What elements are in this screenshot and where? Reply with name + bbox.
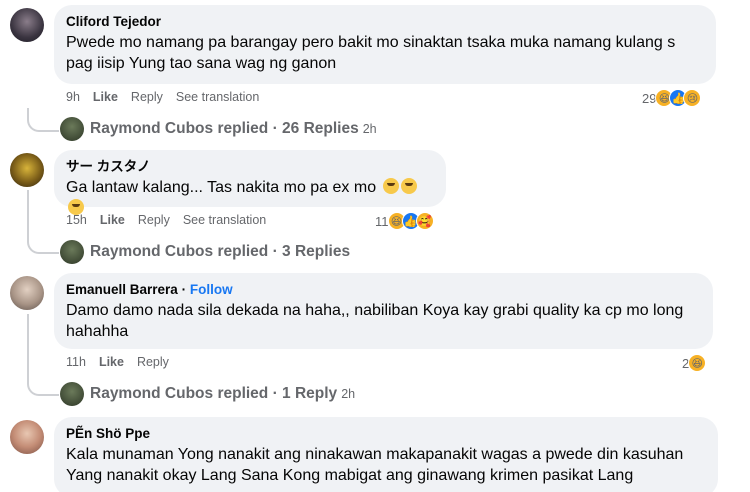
like-button[interactable]: Like [99,355,124,369]
comment-time[interactable]: 15h [66,213,87,227]
avatar[interactable] [10,153,44,187]
comment-actions: 15h Like Reply See translation [66,213,266,227]
replies-time: 2h [362,122,377,136]
replies-link[interactable]: Raymond Cubos replied · 1 Reply 2h [60,382,355,406]
reply-button[interactable]: Reply [131,90,163,104]
sad-reaction-icon: 😢 [683,89,702,107]
thread-line [27,108,59,132]
comment-bubble: サー カスタノ Ga lantaw kalang... Tas nakita m… [54,150,446,215]
replies-time: 2h [341,387,356,401]
avatar [60,117,84,141]
comment-author[interactable]: サー カスタノ [66,158,434,176]
comment-text: Pwede mo namang pa barangay pero bakit m… [66,34,676,72]
comment-time[interactable]: 11h [66,355,86,369]
replies-link[interactable]: Raymond Cubos replied · 26 Replies 2h [60,117,377,141]
comment-time[interactable]: 9h [66,90,80,104]
reply-button[interactable]: Reply [137,355,169,369]
avatar[interactable] [10,8,44,42]
comment-actions: 11h Like Reply [66,355,169,369]
avatar [60,382,84,406]
replies-link[interactable]: Raymond Cubos replied · 3 Replies [60,240,350,264]
laughing-emoji-icon [382,178,399,194]
replies-summary: Raymond Cubos replied · 26 Replies [90,120,359,137]
reaction-summary[interactable]: 11 😆 👍 🥰 [375,212,434,230]
thread-line [27,314,59,396]
comment-author[interactable]: PẼn Shö Ppe [66,425,706,443]
see-translation-link[interactable]: See translation [183,213,266,227]
reaction-count: 29 [642,90,657,106]
separator-dot: · [181,282,187,297]
comment-author[interactable]: Emanuell Barrera [66,282,178,297]
avatar[interactable] [10,276,44,310]
like-button[interactable]: Like [100,213,125,227]
avatar[interactable] [10,420,44,454]
comment-author[interactable]: Cliford Tejedor [66,13,704,31]
comment-header: Emanuell Barrera · Follow [66,281,701,299]
rofl-emoji-icon [400,178,417,194]
haha-reaction-icon: 😆 [688,354,707,372]
reaction-summary[interactable]: 2 😆 [682,354,707,372]
comment-text-body: Ga lantaw kalang... Tas nakita mo pa ex … [66,179,377,196]
thread-line [27,190,59,254]
comment-actions: 9h Like Reply See translation [66,90,259,104]
follow-button[interactable]: Follow [190,282,233,297]
comment-bubble: Cliford Tejedor Pwede mo namang pa baran… [54,5,716,84]
comment-bubble: Emanuell Barrera · Follow Damo damo nada… [54,273,713,349]
comment-bubble: PẼn Shö Ppe Kala munaman Yong nanakit an… [54,417,718,492]
care-reaction-icon: 🥰 [415,212,434,230]
reaction-count: 11 [375,213,389,229]
see-translation-link[interactable]: See translation [176,90,259,104]
replies-summary: Raymond Cubos replied · 1 Reply [90,385,338,402]
avatar [60,240,84,264]
reaction-summary[interactable]: 29 😆 👍 😢 [642,89,702,107]
comment-text: Damo damo nada sila dekada na haha,, nab… [66,302,684,340]
replies-summary: Raymond Cubos replied · 3 Replies [90,243,351,260]
comment-text: Kala munaman Yong nanakit ang ninakawan … [66,446,684,484]
reply-button[interactable]: Reply [138,213,170,227]
like-button[interactable]: Like [93,90,118,104]
